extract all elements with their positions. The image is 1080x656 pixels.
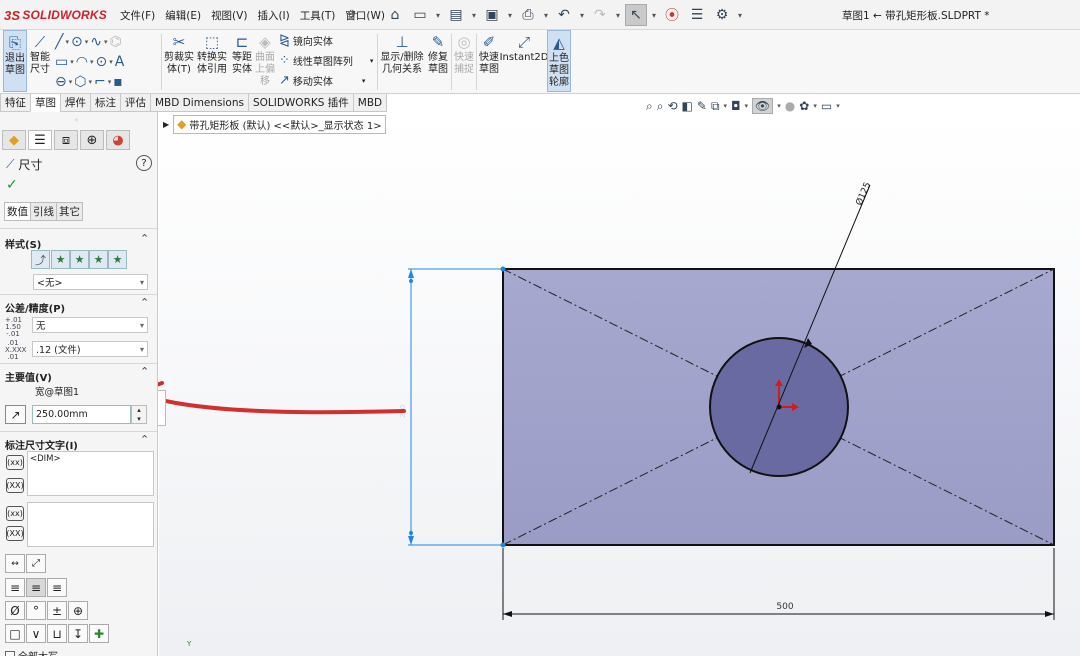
dimxpert-tab-icon[interactable]: ⊕ (80, 130, 104, 150)
plus-minus-symbol-icon[interactable]: ± (47, 601, 67, 620)
section-view-icon[interactable]: ◧ (682, 99, 693, 113)
width-dimension-label[interactable]: 500 (776, 602, 793, 612)
value-spinner[interactable]: ▴ ▾ (131, 405, 147, 424)
unit-precision-select[interactable]: .12 (文件) ▾ (32, 341, 148, 357)
chevron-down-icon: ▾ (139, 344, 144, 354)
add-parentheses-button-2[interactable]: (xx) (6, 506, 24, 521)
depth-symbol-icon[interactable]: ↧ (68, 624, 88, 643)
split-text-icon[interactable]: ↔ (5, 554, 25, 573)
collapse-chevron-icon[interactable]: ⌃ (140, 232, 149, 245)
dimension-value-input[interactable]: 250.00mm (32, 405, 131, 424)
heads-up-view-toolbar: ⌕ ⌕ ⟲ ◧ ✎ ⧉ ▾ ◘ ▾ 👁 ▾ ● ✿ ▾ ▭ ▾ (646, 97, 840, 115)
height-arrow-top (408, 269, 414, 278)
align-left-icon[interactable]: ≡ (5, 578, 25, 597)
part-node[interactable]: ◆ 带孔矩形板 (默认) <<默认>_显示状态 1> (173, 114, 386, 134)
align-right-icon[interactable]: ≡ (47, 578, 67, 597)
dimension-text-section-header[interactable]: 标注尺寸文字(I) (5, 437, 78, 452)
inspection-dimension-button-2[interactable]: (XX) (6, 526, 24, 541)
centerline-symbol-icon[interactable]: ⊕ (68, 601, 88, 620)
reference-triad: Y (187, 640, 192, 648)
align-center-icon[interactable]: ≡ (26, 578, 46, 597)
chevron-down-icon[interactable]: ▾ (836, 102, 840, 110)
tab-value[interactable]: 数值 (4, 202, 31, 221)
tab-leaders[interactable]: 引线 (30, 202, 57, 221)
feature-tree-flyout: ▶ ◆ 带孔矩形板 (默认) <<默认>_显示状态 1> (163, 114, 386, 134)
ok-checkmark-icon[interactable]: ✓ (6, 177, 18, 193)
view-orientation-icon[interactable]: ⧉ (711, 99, 720, 114)
view-settings-icon[interactable]: ▭ (821, 99, 832, 113)
style-select[interactable]: <无> ▾ (33, 274, 148, 290)
corner-point[interactable] (500, 266, 506, 272)
edit-appearance-icon[interactable]: ● (785, 99, 795, 113)
chevron-down-icon: ▾ (139, 320, 144, 330)
primary-value-section-header[interactable]: 主要值(V) (5, 369, 52, 384)
width-arrow-right (1045, 611, 1054, 617)
configuration-manager-tab-icon[interactable]: ⧈ (54, 130, 78, 150)
display-manager-tab-icon[interactable]: ◕ (106, 130, 130, 150)
feature-manager-tab-icon[interactable]: ◆ (2, 130, 26, 150)
spin-up-icon[interactable]: ▴ (137, 406, 141, 414)
property-manager-tab-icon[interactable]: ☰ (28, 130, 52, 150)
height-arrow-bottom (408, 536, 414, 545)
reverse-direction-icon[interactable]: ↗ (5, 405, 26, 424)
apply-default-style-icon[interactable]: ⤴ (31, 250, 50, 269)
expand-arrow-icon[interactable]: ▶ (163, 120, 169, 129)
save-style-icon[interactable]: ★ (89, 250, 108, 269)
manager-tabs: ◆ ☰ ⧈ ⊕ ◕ (2, 130, 130, 150)
collapse-chevron-icon[interactable]: ⌃ (140, 433, 149, 446)
chevron-down-icon[interactable]: ▾ (813, 102, 817, 110)
help-icon[interactable]: ? (136, 155, 152, 171)
load-style-icon[interactable]: ★ (108, 250, 127, 269)
height-handle-top[interactable] (409, 279, 413, 283)
chevron-down-icon[interactable]: ▾ (777, 102, 781, 110)
width-arrow-left (503, 611, 512, 617)
add-style-icon[interactable]: ★ (51, 250, 70, 269)
dimension-name-field[interactable]: 宽@草图1 (32, 383, 148, 399)
chevron-down-icon[interactable]: ▾ (724, 102, 728, 110)
zoom-to-fit-icon[interactable]: ⌕ (646, 99, 653, 114)
square-symbol-icon[interactable]: □ (5, 624, 25, 643)
chevron-down-icon: ▾ (139, 277, 144, 287)
tolerance-type-select[interactable]: 无 ▾ (32, 317, 148, 333)
annotation-arrow (136, 392, 406, 415)
countersink-symbol-icon[interactable]: ∨ (26, 624, 46, 643)
degree-symbol-icon[interactable]: ° (26, 601, 46, 620)
hide-show-items-icon[interactable]: 👁 (752, 98, 774, 114)
dimension-text-area[interactable]: <DIM> (27, 451, 154, 496)
dimension-icon: ⟋ (6, 157, 15, 171)
tolerance-type-icon: +.01 1.50 -.01 (5, 316, 22, 338)
panel-edge-handle[interactable] (158, 390, 166, 426)
add-parentheses-button[interactable]: (xx) (6, 455, 24, 470)
inspection-dimension-button[interactable]: (XX) (6, 478, 24, 493)
height-handle-bottom[interactable] (409, 531, 413, 535)
spin-down-icon[interactable]: ▾ (137, 415, 141, 423)
panel-grip-icon[interactable]: ◦ (74, 116, 79, 125)
tab-other[interactable]: 其它 (56, 202, 83, 221)
update-style-icon[interactable]: ★ (70, 250, 89, 269)
sketch-canvas: Ø125 500 250 (130, 181, 1055, 620)
all-uppercase-option[interactable]: 全部大写 (5, 648, 58, 656)
style-section-header[interactable]: 样式(S) (5, 236, 41, 251)
display-style-icon[interactable]: ◘ (731, 99, 741, 113)
tolerance-section-header[interactable]: 公差/精度(P) (5, 300, 65, 315)
apply-scene-icon[interactable]: ✿ (799, 99, 809, 113)
dynamic-annotation-icon[interactable]: ✎ (697, 99, 707, 113)
counterbore-symbol-icon[interactable]: ⊔ (47, 624, 67, 643)
part-icon: ◆ (177, 117, 187, 131)
all-uppercase-checkbox[interactable] (5, 650, 15, 656)
unit-precision-icon: .01 X.XXX .01 (5, 339, 27, 361)
collapse-chevron-icon[interactable]: ⌃ (140, 365, 149, 378)
previous-view-icon[interactable]: ⟲ (667, 99, 677, 113)
dimension-arrow-icon[interactable]: ⤢ (26, 554, 46, 573)
dimension-subtabs: 数值 引线 其它 (4, 202, 83, 221)
collapse-chevron-icon[interactable]: ⌃ (140, 296, 149, 309)
more-symbols-icon[interactable]: ✚ (89, 624, 109, 643)
dimension-text-area-2[interactable] (27, 502, 154, 547)
chevron-down-icon[interactable]: ▾ (745, 102, 749, 110)
corner-point[interactable] (500, 542, 506, 548)
zoom-to-area-icon[interactable]: ⌕ (657, 99, 664, 114)
property-manager-title: ⟋ 尺寸 (6, 157, 43, 172)
diameter-dimension-label[interactable]: Ø125 (854, 181, 874, 208)
diameter-symbol-icon[interactable]: Ø (5, 601, 25, 620)
